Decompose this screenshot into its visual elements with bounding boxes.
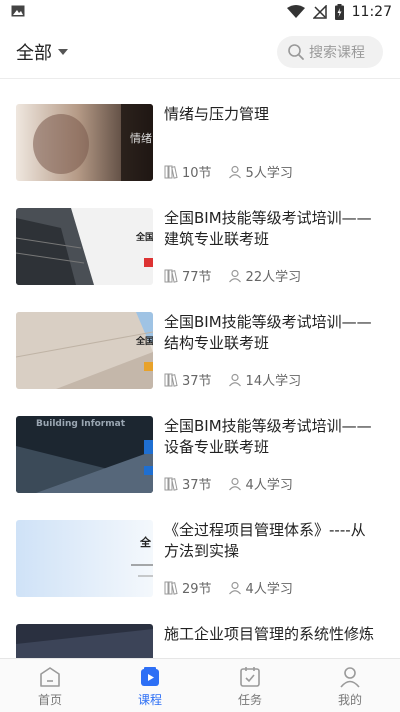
tab-course-label: 课程: [137, 693, 162, 707]
book-icon: [164, 269, 178, 283]
course-meta: 77节 22人学习: [164, 266, 301, 285]
tab-profile[interactable]: 我的: [300, 659, 400, 712]
course-title: 施工企业项目管理的系统性修炼: [164, 625, 375, 643]
tab-course[interactable]: 课程: [100, 659, 200, 712]
svg-text:全: 全: [139, 535, 152, 549]
svg-text:Building Informat: Building Informat: [36, 419, 126, 429]
profile-icon: [340, 667, 360, 688]
course-item[interactable]: 全 《全过程项目管理体系》----从方法到实操 29节 4人学习: [0, 520, 400, 624]
svg-text:全国: 全国: [135, 335, 153, 347]
learner-count: 5人学习: [245, 166, 293, 181]
course-thumbnail: 全国: [16, 208, 153, 285]
book-icon: [164, 477, 178, 491]
header: 全部 搜索课程: [0, 24, 400, 79]
course-thumbnail: 全国: [16, 312, 153, 389]
course-meta: 37节 4人学习: [164, 474, 293, 493]
wifi-icon: [286, 5, 305, 19]
learner-count: 4人学习: [245, 582, 293, 597]
signal-icon: [312, 5, 327, 19]
search-input[interactable]: 搜索课程: [277, 36, 383, 68]
lesson-count: 29节: [182, 582, 212, 597]
tab-task[interactable]: 任务: [200, 659, 300, 712]
person-icon: [228, 165, 241, 178]
chevron-down-icon: [58, 49, 68, 55]
category-filter-label: 全部: [16, 43, 52, 64]
course-meta: 29节 4人学习: [164, 578, 293, 597]
category-filter-dropdown[interactable]: 全部: [16, 39, 68, 65]
course-list: 情绪 情绪与压力管理 10节 5人学习 全国 全国BIM技能等级考试培训——建筑…: [0, 79, 400, 658]
svg-text:情绪: 情绪: [130, 131, 152, 145]
tab-task-label: 任务: [237, 693, 262, 707]
course-thumbnail: 情绪: [16, 104, 153, 181]
course-thumbnail: 全: [16, 520, 153, 597]
search-placeholder: 搜索课程: [309, 45, 365, 61]
tab-home[interactable]: 首页: [0, 659, 100, 712]
learner-count: 22人学习: [245, 270, 302, 285]
course-meta: 37节 14人学习: [164, 370, 301, 389]
book-icon: [164, 581, 178, 595]
home-icon: [40, 667, 60, 687]
search-icon: [288, 44, 304, 60]
task-calendar-icon: [240, 667, 260, 687]
course-title: 情绪与压力管理: [164, 105, 270, 123]
course-item[interactable]: Building Informat 全国BIM技能等级考试培训——设备专业联考班…: [0, 416, 400, 520]
course-title: 全国BIM技能等级考试培训——建筑专业联考班: [164, 209, 372, 248]
image-icon: [11, 5, 25, 17]
status-bar: 11:27: [0, 0, 400, 24]
person-icon: [228, 269, 241, 282]
battery-charging-icon: [334, 4, 344, 20]
course-thumbnail: Building Informat: [16, 416, 153, 493]
learner-count: 4人学习: [245, 478, 293, 493]
lesson-count: 37节: [182, 374, 212, 389]
person-icon: [228, 581, 241, 594]
person-icon: [228, 477, 241, 490]
person-icon: [228, 373, 241, 386]
course-item[interactable]: 全国 全国BIM技能等级考试培训——建筑专业联考班 77节 22人学习: [0, 208, 400, 312]
course-item[interactable]: 情绪 情绪与压力管理 10节 5人学习: [0, 104, 400, 208]
lesson-count: 10节: [182, 166, 212, 181]
course-item[interactable]: 全国 全国BIM技能等级考试培训——结构专业联考班 37节 14人学习: [0, 312, 400, 416]
tab-profile-label: 我的: [337, 693, 362, 707]
status-time: 11:27: [351, 4, 392, 20]
course-item[interactable]: 施工企业项目管理的系统性修炼: [0, 624, 400, 658]
course-play-icon: [141, 667, 159, 686]
book-icon: [164, 165, 178, 179]
svg-text:全国: 全国: [135, 231, 153, 243]
course-title: 《全过程项目管理体系》----从方法到实操: [164, 521, 366, 560]
course-thumbnail: [16, 624, 153, 658]
bottom-nav: 首页 课程 任务 我的: [0, 658, 400, 712]
course-title: 全国BIM技能等级考试培训——结构专业联考班: [164, 313, 372, 352]
learner-count: 14人学习: [245, 374, 302, 389]
book-icon: [164, 373, 178, 387]
course-title: 全国BIM技能等级考试培训——设备专业联考班: [164, 417, 372, 456]
lesson-count: 37节: [182, 478, 212, 493]
lesson-count: 77节: [182, 270, 212, 285]
tab-home-label: 首页: [37, 693, 62, 707]
course-meta: 10节 5人学习: [164, 162, 293, 181]
